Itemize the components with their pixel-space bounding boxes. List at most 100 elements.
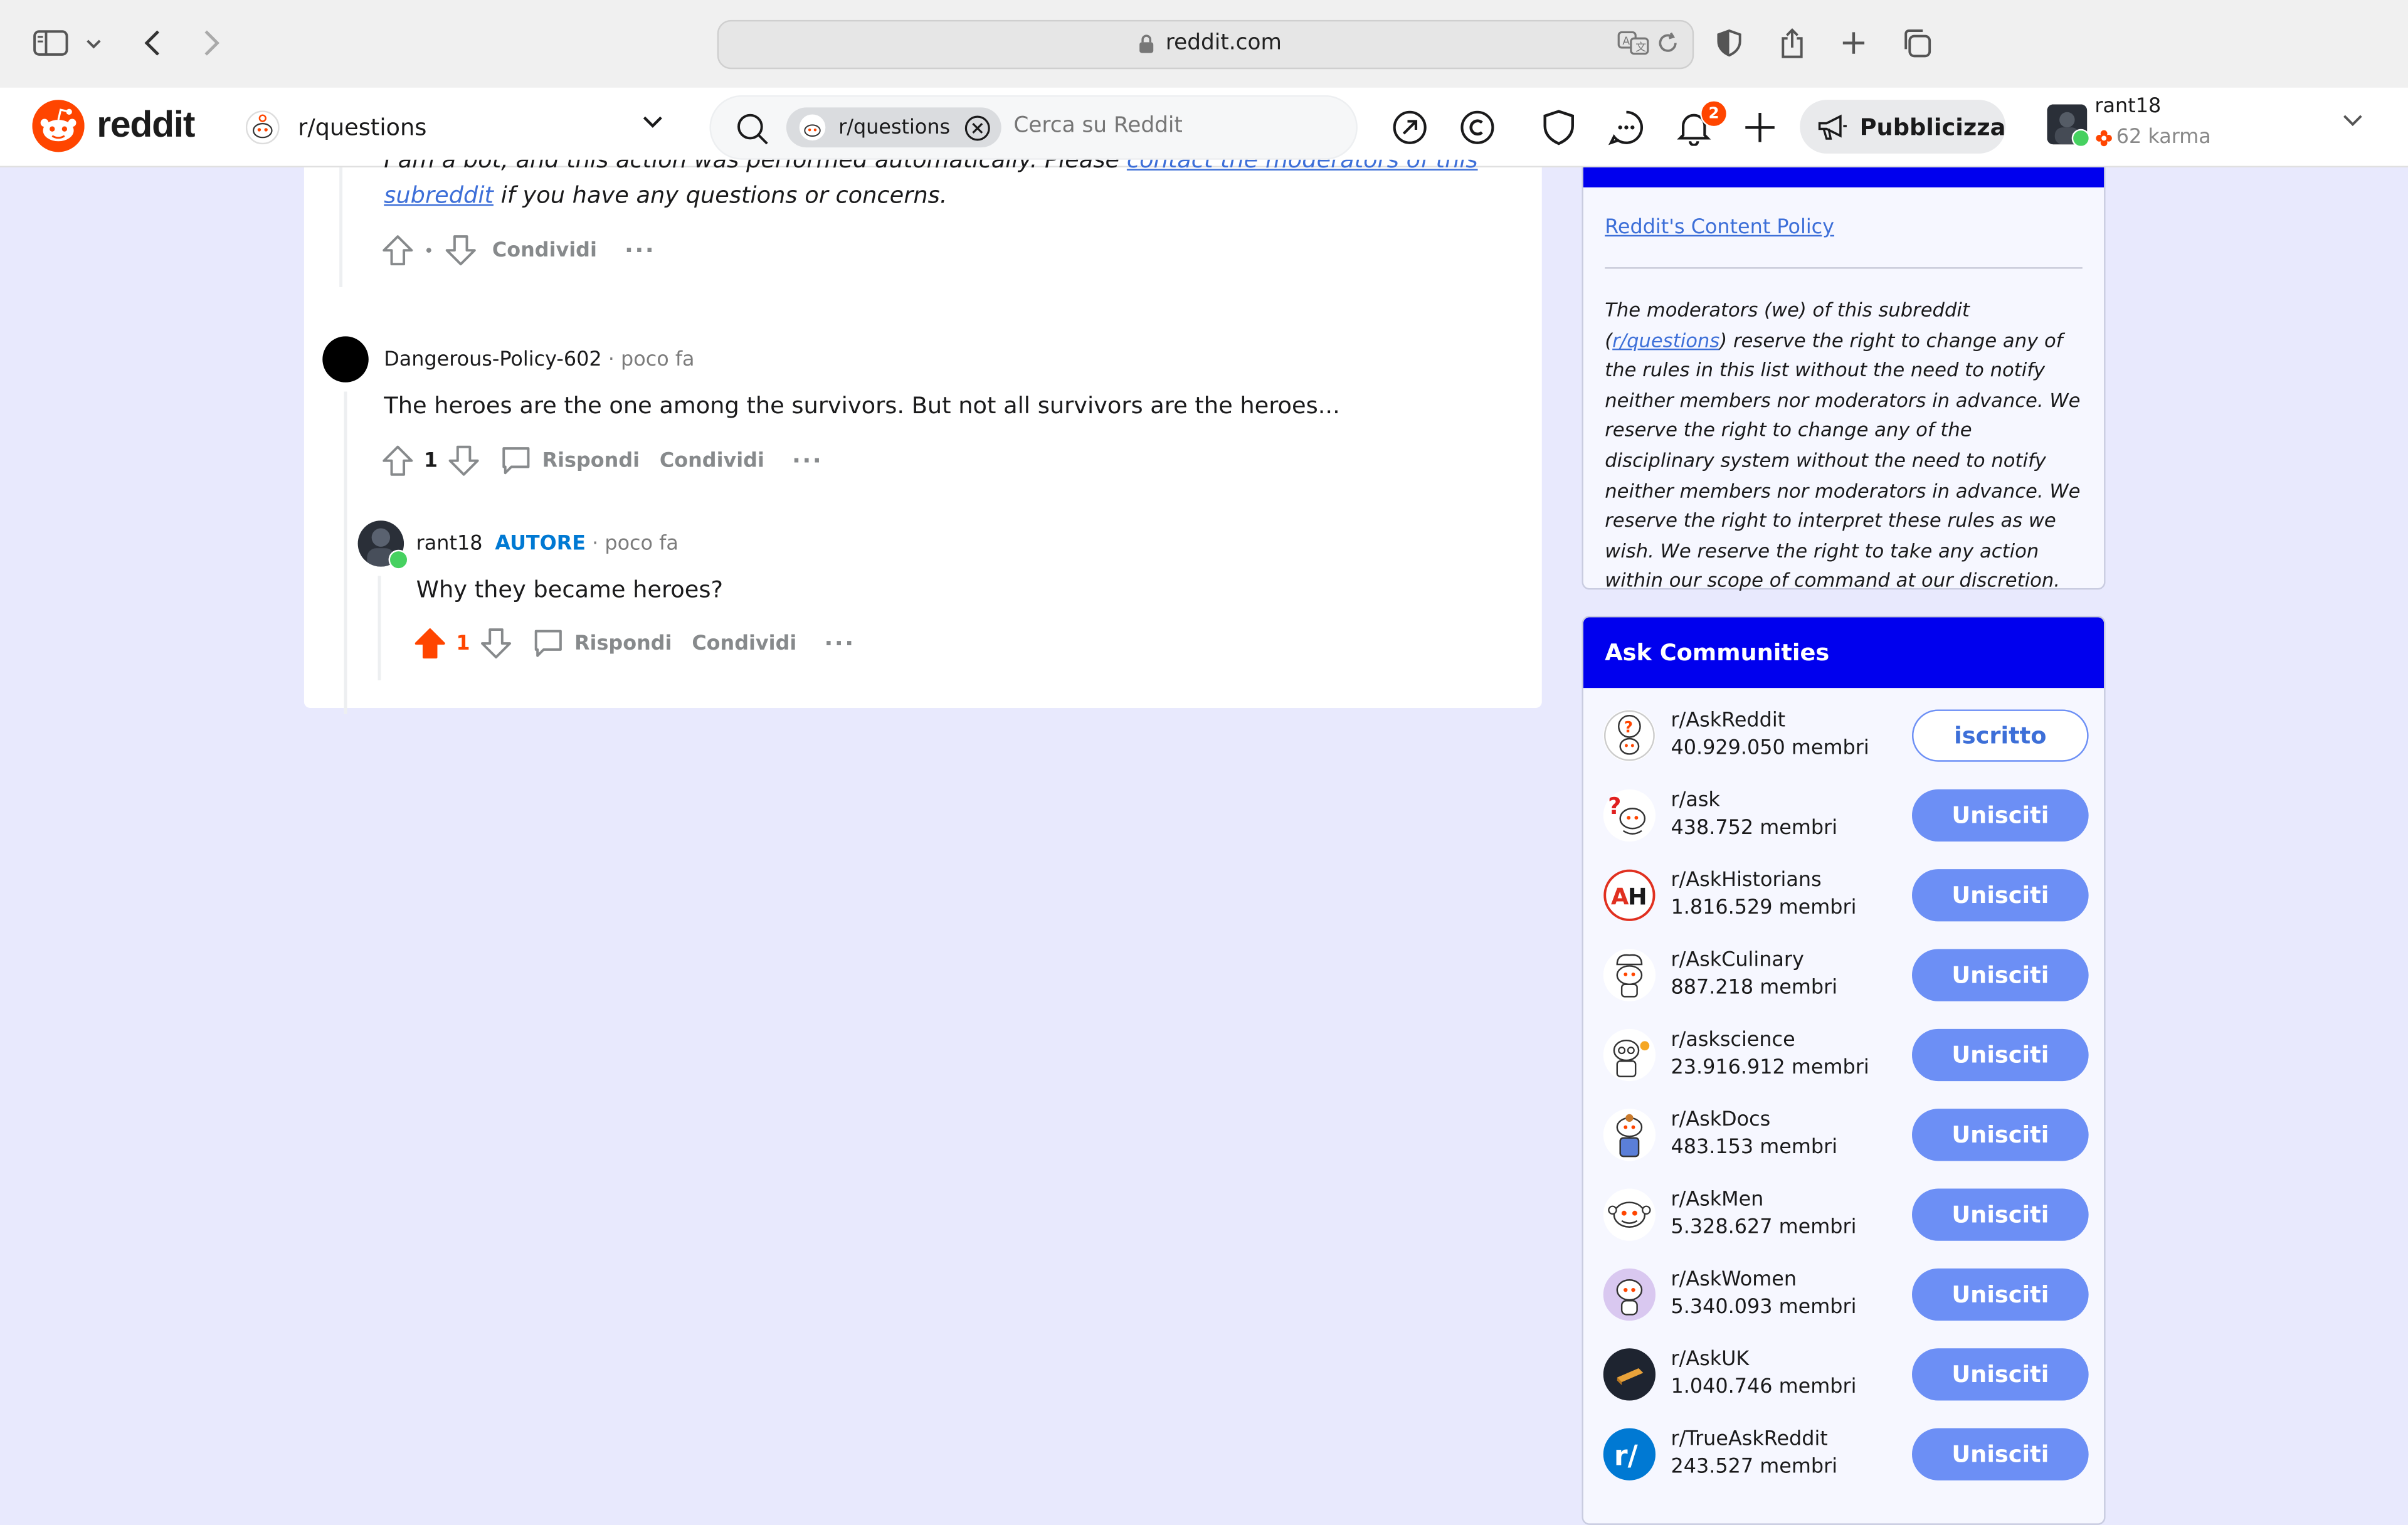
community-row[interactable]: AH r/AskHistorians 1.816.529 membri Unis… (1583, 860, 2104, 939)
community-row[interactable]: r/askscience 23.916.912 membri Unisciti (1583, 1020, 2104, 1099)
subreddit-link[interactable]: r/questions (1612, 328, 1719, 351)
downvote-icon[interactable] (443, 233, 477, 267)
comment-body: Why they became heroes? (416, 576, 724, 604)
chat-icon[interactable] (1605, 106, 1648, 149)
more-options-icon[interactable]: ··· (792, 447, 823, 475)
share-button[interactable]: Condividi (492, 239, 597, 262)
close-icon[interactable] (964, 115, 991, 142)
community-members: 887.218 membri (1671, 976, 1838, 1000)
community-members: 5.328.627 membri (1671, 1216, 1857, 1240)
community-name[interactable]: r/AskCulinary (1671, 949, 1804, 972)
community-name[interactable]: r/AskMen (1671, 1189, 1764, 1212)
community-name[interactable]: r/TrueAskReddit (1671, 1428, 1828, 1452)
card-title: Ask Communities (1605, 638, 1830, 667)
popular-icon[interactable] (1388, 106, 1432, 149)
community-name[interactable]: r/AskHistorians (1671, 869, 1822, 892)
share-icon[interactable] (1771, 21, 1814, 65)
askhistorians-icon: AH (1603, 869, 1656, 922)
subreddit-selector[interactable]: r/questions (245, 106, 670, 149)
address-bar[interactable]: reddit.com A文 (717, 19, 1694, 70)
back-icon[interactable] (130, 21, 174, 65)
search-input[interactable] (1013, 113, 1336, 139)
sidebar-chevron-down-icon[interactable] (77, 21, 110, 65)
username: rant18 (2094, 95, 2162, 119)
community-name[interactable]: r/ask (1671, 789, 1720, 813)
join-button[interactable]: Unisciti (1912, 1428, 2089, 1480)
upvote-icon[interactable] (381, 444, 415, 478)
forward-icon[interactable] (191, 21, 234, 65)
sidebar-toggle-icon[interactable] (29, 21, 73, 65)
reload-icon[interactable] (1657, 32, 1678, 53)
community-name[interactable]: r/AskUK (1671, 1348, 1750, 1371)
search-scope-chip[interactable]: r/questions (786, 107, 1001, 148)
community-row[interactable]: r/AskCulinary 887.218 membri Unisciti (1583, 940, 2104, 1020)
downvote-icon[interactable] (447, 444, 481, 478)
join-button[interactable]: Unisciti (1912, 1268, 2089, 1321)
comment-time: · poco fa (592, 532, 679, 556)
community-name[interactable]: r/AskReddit (1671, 709, 1786, 732)
community-row[interactable]: r/ r/TrueAskReddit 243.527 membri Unisci… (1583, 1419, 2104, 1499)
reply-button[interactable]: Rispondi (574, 632, 672, 655)
join-button[interactable]: Unisciti (1912, 869, 2089, 922)
joined-button[interactable]: iscritto (1912, 709, 2089, 762)
community-name[interactable]: r/askscience (1671, 1029, 1795, 1052)
community-row[interactable]: r/AskDocs 483.153 membri Unisciti (1583, 1099, 2104, 1179)
reddit-logo[interactable]: reddit (32, 100, 195, 152)
community-row[interactable]: r/AskUK 1.040.746 membri Unisciti (1583, 1339, 2104, 1419)
community-members: 1.040.746 membri (1671, 1376, 1857, 1400)
advertise-button[interactable]: Pubblicizza (1800, 100, 2006, 154)
thread-line[interactable] (339, 167, 343, 287)
join-button[interactable]: Unisciti (1912, 1109, 2089, 1161)
community-members: 23.916.912 membri (1671, 1056, 1869, 1080)
upvote-icon[interactable] (381, 233, 415, 267)
share-button[interactable]: Condividi (692, 632, 796, 655)
community-row[interactable]: ? r/AskReddit 40.929.050 membri iscritto (1583, 700, 2104, 780)
subreddit-chip-icon (799, 114, 826, 141)
coins-icon[interactable] (1456, 106, 1499, 149)
reply-icon[interactable] (531, 626, 565, 660)
new-tab-icon[interactable] (1832, 21, 1876, 65)
community-name[interactable]: r/AskWomen (1671, 1269, 1797, 1292)
notification-badge: 2 (1700, 100, 1728, 128)
vote-count: • (423, 240, 434, 261)
user-menu[interactable]: rant18 62 karma (2047, 95, 2370, 157)
more-options-icon[interactable]: ··· (625, 236, 655, 264)
upvote-active-icon[interactable] (413, 626, 447, 660)
join-button[interactable]: Unisciti (1912, 1348, 2089, 1401)
downvote-icon[interactable] (479, 626, 513, 660)
vote-count: 1 (423, 449, 438, 473)
community-members: 243.527 membri (1671, 1455, 1838, 1479)
community-row[interactable]: r/AskMen 5.328.627 membri Unisciti (1583, 1179, 2104, 1259)
avatar[interactable] (322, 336, 369, 383)
reply-button[interactable]: Rispondi (542, 449, 640, 472)
karma-label: 62 karma (2116, 125, 2211, 149)
subreddit-link[interactable]: subreddit (384, 181, 494, 209)
join-button[interactable]: Unisciti (1912, 949, 2089, 1001)
comment-author[interactable]: Dangerous-Policy-602 (384, 349, 601, 372)
community-name[interactable]: r/AskDocs (1671, 1109, 1771, 1132)
community-row[interactable]: ? r/ask 438.752 membri Unisciti (1583, 780, 2104, 860)
tab-overview-icon[interactable] (1895, 21, 1938, 65)
join-button[interactable]: Unisciti (1912, 1028, 2089, 1082)
create-post-plus-icon[interactable] (1738, 106, 1782, 149)
join-button[interactable]: Unisciti (1912, 1188, 2089, 1241)
mod-shield-icon[interactable] (1537, 106, 1580, 149)
thread-line[interactable] (344, 391, 347, 714)
join-button[interactable]: Unisciti (1912, 789, 2089, 842)
askscience-icon (1603, 1028, 1656, 1082)
content-policy-link[interactable]: Reddit's Content Policy (1605, 216, 1834, 240)
translate-icon[interactable]: A文 (1617, 31, 1651, 55)
more-options-icon[interactable]: ··· (824, 630, 855, 657)
community-row[interactable]: r/AskWomen 5.340.093 membri Unisciti (1583, 1259, 2104, 1339)
community-members: 483.153 membri (1671, 1136, 1838, 1159)
shield-privacy-icon[interactable] (1708, 21, 1751, 65)
search-bar[interactable]: r/questions (709, 95, 1358, 160)
thread-line[interactable] (378, 576, 381, 680)
community-members: 438.752 membri (1671, 816, 1838, 840)
reply-icon[interactable] (499, 444, 533, 478)
share-button[interactable]: Condividi (660, 449, 764, 472)
svg-text:H: H (1628, 883, 1647, 910)
chevron-down-icon (642, 115, 663, 129)
comment-author[interactable]: rant18 (416, 533, 483, 556)
trueaskreddit-icon: r/ (1603, 1428, 1656, 1480)
